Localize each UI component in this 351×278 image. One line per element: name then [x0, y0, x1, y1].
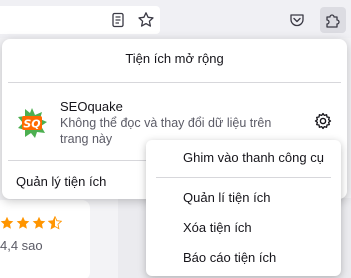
manage-extensions-link[interactable]: Quản lý tiện ích: [16, 174, 106, 189]
star-icon: [32, 216, 46, 229]
rating-stars: [0, 216, 62, 230]
reader-view-icon[interactable]: [106, 8, 130, 32]
panel-divider: [8, 82, 341, 83]
menu-item-manage-extension[interactable]: Quản lí tiện ích: [146, 185, 341, 211]
bookmark-star-icon[interactable]: [134, 8, 158, 32]
extension-context-menu: Ghim vào thanh công cụ Quản lí tiện ích …: [146, 140, 341, 276]
menu-item-remove-extension[interactable]: Xóa tiện ích: [146, 215, 341, 241]
seoquake-logo-icon: SQ: [18, 108, 47, 138]
panel-title: Tiện ích mở rộng: [125, 51, 224, 66]
rating-text: 4,4 sao: [0, 238, 43, 253]
browser-toolbar: [0, 0, 351, 38]
menu-divider: [156, 177, 331, 178]
extension-name: SEOquake: [60, 99, 123, 114]
menu-item-report-extension[interactable]: Báo cáo tiện ích: [146, 245, 341, 271]
svg-text:SQ: SQ: [23, 118, 40, 131]
star-half-icon: [48, 216, 62, 230]
extension-settings-gear-icon[interactable]: [312, 110, 334, 132]
menu-item-pin-to-toolbar[interactable]: Ghim vào thanh công cụ: [146, 145, 341, 171]
star-icon: [16, 216, 30, 229]
extensions-puzzle-icon[interactable]: [320, 7, 346, 33]
star-icon: [0, 216, 14, 229]
pocket-icon[interactable]: [285, 8, 309, 32]
